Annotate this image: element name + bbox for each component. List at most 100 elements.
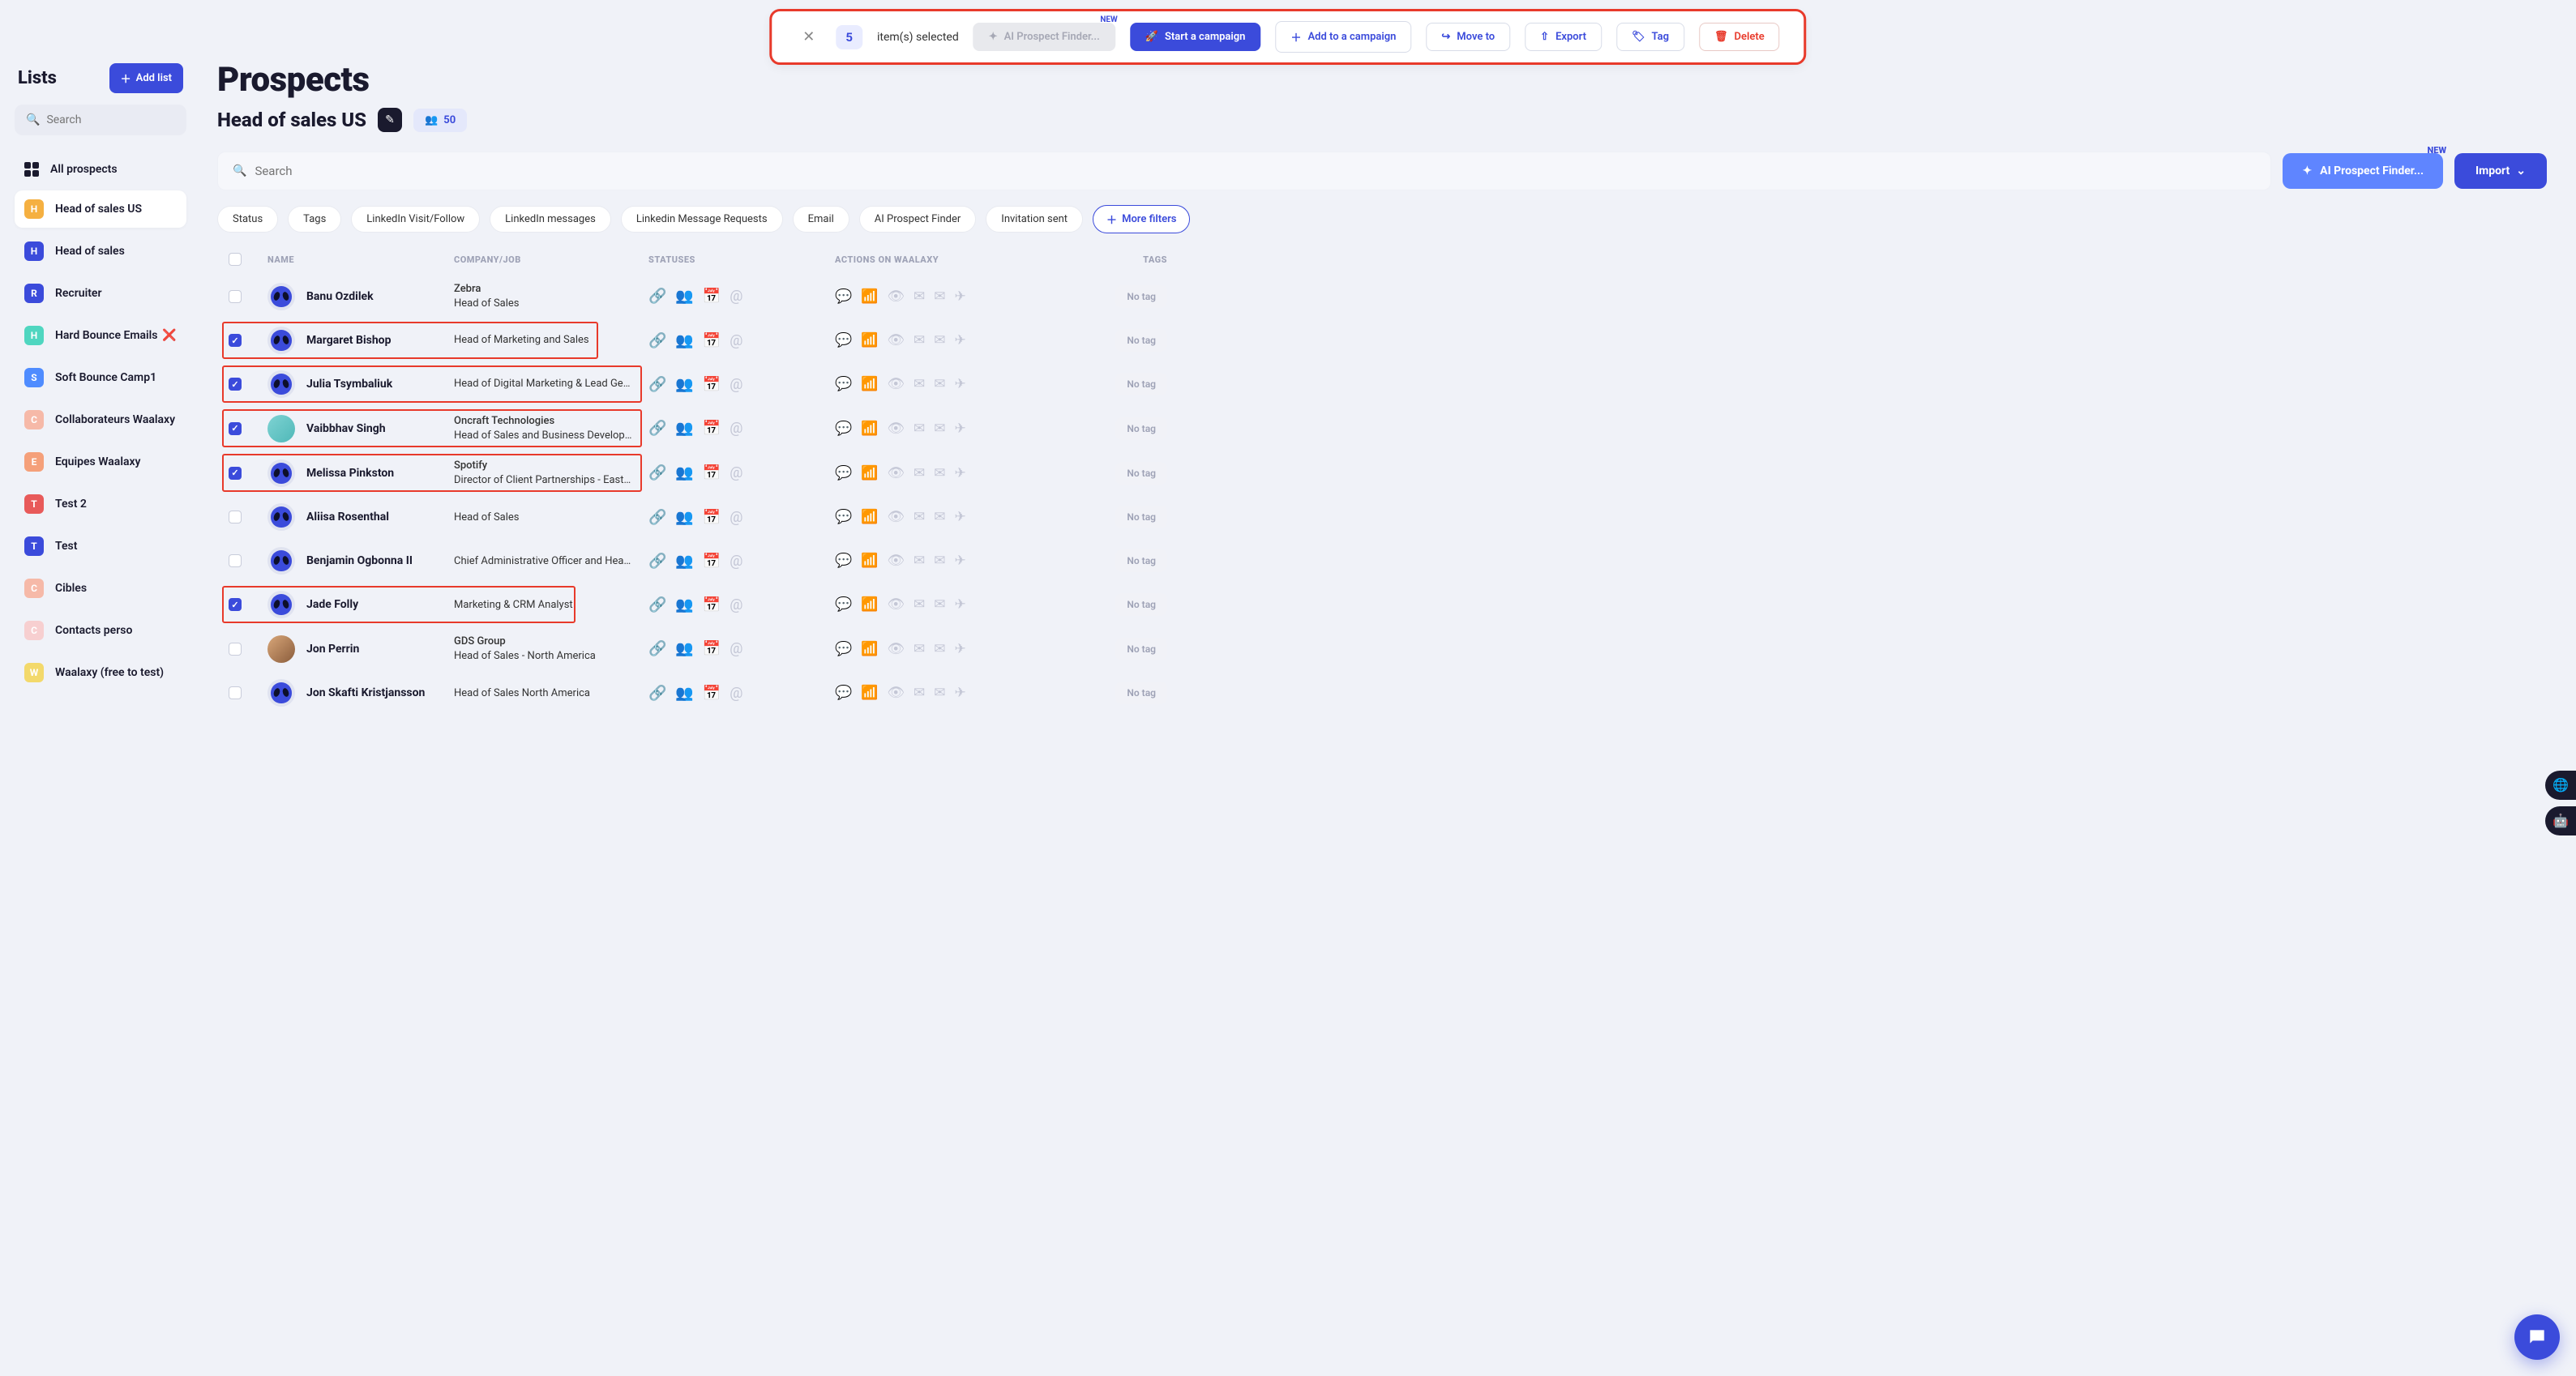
status-icon[interactable]: 🔗 <box>648 685 666 702</box>
action-icon[interactable]: 👁 <box>887 553 905 569</box>
status-icon[interactable]: 🔗 <box>648 509 666 526</box>
action-icon[interactable]: 👁 <box>887 376 905 392</box>
action-icon[interactable]: ✉ <box>934 553 945 569</box>
action-icon[interactable]: 📶 <box>861 685 878 701</box>
filter-pill[interactable]: Email <box>793 206 849 233</box>
action-icon[interactable]: ✉ <box>914 288 925 305</box>
status-icon[interactable]: 🔗 <box>648 288 666 305</box>
action-icon[interactable]: ✈ <box>954 509 965 525</box>
sidebar-item[interactable]: E Equipes Waalaxy <box>15 443 186 481</box>
table-row[interactable]: Margaret Bishop Head of Marketing and Sa… <box>217 318 2547 362</box>
action-icon[interactable]: 💬 <box>835 421 852 437</box>
close-icon[interactable]: ✕ <box>796 25 821 49</box>
action-icon[interactable]: ✈ <box>954 421 965 437</box>
row-checkbox[interactable] <box>229 554 242 567</box>
table-row[interactable]: Jon Skafti Kristjansson Head of Sales No… <box>217 671 2547 715</box>
action-icon[interactable]: ✉ <box>914 376 925 392</box>
chat-button[interactable] <box>2514 1314 2560 1360</box>
action-icon[interactable]: ✈ <box>954 288 965 305</box>
action-icon[interactable]: ✈ <box>954 332 965 348</box>
action-icon[interactable]: 👁 <box>887 288 905 305</box>
action-icon[interactable]: ✈ <box>954 641 965 657</box>
action-icon[interactable]: ✉ <box>934 421 945 437</box>
status-icon[interactable]: @ <box>730 509 742 526</box>
status-icon[interactable]: 📅 <box>703 288 721 305</box>
add-to-campaign-button[interactable]: ＋ Add to a campaign <box>1275 21 1411 53</box>
status-icon[interactable]: @ <box>730 332 742 349</box>
no-tag-badge[interactable]: No tag <box>1115 638 1167 660</box>
add-list-button[interactable]: ＋ Add list <box>109 63 183 93</box>
table-row[interactable]: Aliisa Rosenthal Head of Sales 🔗👥📅@ 💬📶👁✉… <box>217 495 2547 539</box>
status-icon[interactable]: 🔗 <box>648 332 666 349</box>
sidebar-item[interactable]: T Test 2 <box>15 485 186 523</box>
status-icon[interactable]: 📅 <box>703 596 721 613</box>
action-icon[interactable]: 👁 <box>887 596 905 613</box>
action-icon[interactable]: ✉ <box>934 641 945 657</box>
action-icon[interactable]: ✉ <box>914 685 925 701</box>
main-search[interactable]: 🔍 <box>217 152 2271 190</box>
row-checkbox[interactable] <box>229 598 242 611</box>
filter-pill[interactable]: Invitation sent <box>986 206 1083 233</box>
no-tag-badge[interactable]: No tag <box>1115 462 1167 485</box>
row-checkbox[interactable] <box>229 686 242 699</box>
no-tag-badge[interactable]: No tag <box>1115 373 1167 395</box>
no-tag-badge[interactable]: No tag <box>1115 593 1167 616</box>
status-icon[interactable]: 🔗 <box>648 553 666 570</box>
edit-list-button[interactable]: ✎ <box>378 108 402 132</box>
action-icon[interactable]: 💬 <box>835 332 852 348</box>
action-icon[interactable]: 👁 <box>887 641 905 657</box>
no-tag-badge[interactable]: No tag <box>1115 285 1167 308</box>
no-tag-badge[interactable]: No tag <box>1115 549 1167 572</box>
row-checkbox[interactable] <box>229 467 242 480</box>
sidebar-all-prospects[interactable]: All prospects <box>15 153 186 186</box>
status-icon[interactable]: 👥 <box>675 288 693 305</box>
action-icon[interactable]: ✈ <box>954 685 965 701</box>
action-icon[interactable]: ✉ <box>914 553 925 569</box>
status-icon[interactable]: 🔗 <box>648 596 666 613</box>
action-icon[interactable]: 💬 <box>835 553 852 569</box>
translate-widget[interactable]: 🌐 <box>2545 771 2576 800</box>
action-icon[interactable]: ✉ <box>934 288 945 305</box>
action-icon[interactable]: ✉ <box>914 465 925 481</box>
sidebar-item[interactable]: H Hard Bounce Emails ❌ <box>15 317 186 354</box>
no-tag-badge[interactable]: No tag <box>1115 506 1167 528</box>
action-icon[interactable]: 👁 <box>887 465 905 481</box>
status-icon[interactable]: 👥 <box>675 464 693 481</box>
sidebar-search[interactable]: 🔍 <box>15 105 186 135</box>
table-row[interactable]: Benjamin Ogbonna II Chief Administrative… <box>217 539 2547 583</box>
row-checkbox[interactable] <box>229 643 242 656</box>
no-tag-badge[interactable]: No tag <box>1115 417 1167 440</box>
help-widget[interactable]: 🤖 <box>2545 806 2576 835</box>
move-to-button[interactable]: ↪ Move to <box>1426 23 1510 51</box>
action-icon[interactable]: ✉ <box>934 685 945 701</box>
no-tag-badge[interactable]: No tag <box>1115 682 1167 704</box>
status-icon[interactable]: @ <box>730 685 742 702</box>
row-checkbox[interactable] <box>229 334 242 347</box>
status-icon[interactable]: 📅 <box>703 464 721 481</box>
action-icon[interactable]: 📶 <box>861 421 878 437</box>
sidebar-item[interactable]: C Cibles <box>15 570 186 607</box>
status-icon[interactable]: 📅 <box>703 332 721 349</box>
table-row[interactable]: Melissa Pinkston Spotify Director of Cli… <box>217 451 2547 495</box>
action-icon[interactable]: 💬 <box>835 641 852 657</box>
status-icon[interactable]: 👥 <box>675 553 693 570</box>
filter-pill[interactable]: Status <box>217 206 278 233</box>
select-all-checkbox[interactable] <box>229 253 242 266</box>
status-icon[interactable]: 📅 <box>703 376 721 393</box>
row-checkbox[interactable] <box>229 290 242 303</box>
sidebar-item[interactable]: C Collaborateurs Waalaxy <box>15 401 186 438</box>
action-icon[interactable]: ✉ <box>914 596 925 613</box>
start-campaign-button[interactable]: 🚀 Start a campaign <box>1130 23 1261 51</box>
table-row[interactable]: Banu Ozdilek Zebra Head of Sales 🔗👥📅@ 💬📶… <box>217 274 2547 318</box>
action-icon[interactable]: 📶 <box>861 332 878 348</box>
tag-button[interactable]: 🏷 Tag <box>1616 23 1684 51</box>
action-icon[interactable]: 📶 <box>861 288 878 305</box>
action-icon[interactable]: ✉ <box>914 421 925 437</box>
filter-pill[interactable]: Linkedin Message Requests <box>621 206 783 233</box>
status-icon[interactable]: @ <box>730 640 742 657</box>
action-icon[interactable]: ✉ <box>914 332 925 348</box>
row-checkbox[interactable] <box>229 378 242 391</box>
action-icon[interactable]: ✉ <box>934 376 945 392</box>
action-icon[interactable]: ✉ <box>934 465 945 481</box>
status-icon[interactable]: 👥 <box>675 640 693 657</box>
